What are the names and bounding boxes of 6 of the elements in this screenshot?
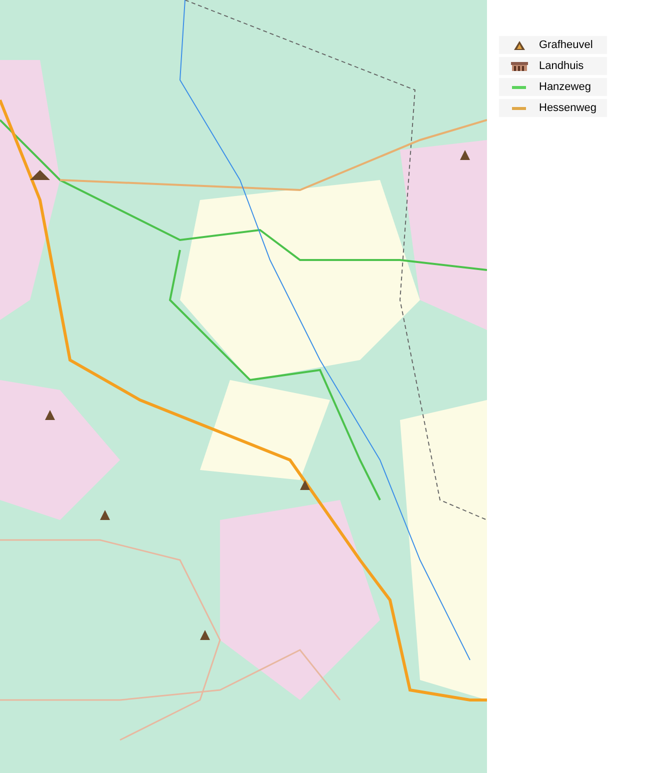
legend-label: Hessenweg — [539, 100, 596, 116]
legend-label: Grafheuvel — [539, 38, 593, 53]
legend-label: Hanzeweg — [539, 80, 591, 95]
mound-icon — [514, 40, 524, 50]
building-icon — [510, 62, 528, 70]
legend-label: Landhuis — [539, 58, 584, 74]
